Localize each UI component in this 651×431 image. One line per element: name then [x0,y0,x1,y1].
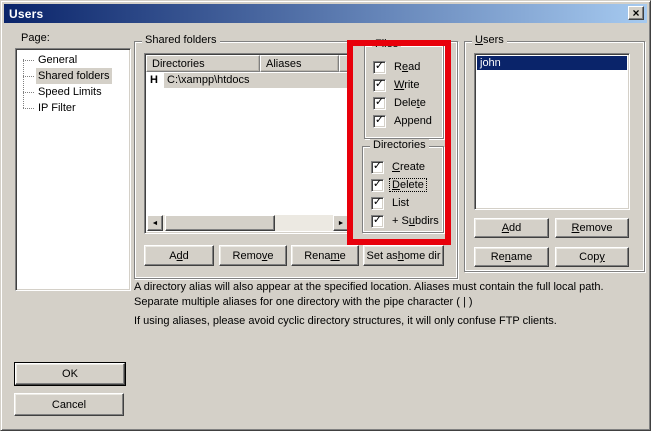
set-home-dir-button[interactable]: Set as home dir [363,245,444,266]
checkbox-delete-file[interactable]: ✓ Delete [373,96,428,110]
checkbox-label[interactable]: Delete [390,179,426,191]
cancel-button[interactable]: Cancel [14,393,124,416]
checkbox-label[interactable]: Delete [392,97,428,109]
close-button[interactable]: × [628,6,644,20]
page-label: Page: [21,31,50,46]
sidebar-item-speed-limits[interactable]: Speed Limits [16,84,130,100]
checkbox-checked-icon[interactable]: ✓ [371,179,384,192]
checkbox-checked-icon[interactable]: ✓ [373,79,386,92]
scrollbar-thumb[interactable] [165,215,275,231]
sidebar-item-label: Shared folders [36,68,112,84]
checkbox-checked-icon[interactable]: ✓ [371,197,384,210]
checkbox-checked-icon[interactable]: ✓ [371,215,384,228]
column-header-directories[interactable]: Directories [146,55,260,72]
users-dialog: Users × Page: General Shared folders Spe… [0,0,651,431]
directory-path: C:\xampp\htdocs [164,73,349,88]
home-dir-marker: H [150,73,158,88]
user-list-item[interactable]: john [477,56,627,70]
sidebar-item-label: IP Filter [36,100,78,116]
checkbox-label[interactable]: Read [392,61,422,73]
sidebar-item-general[interactable]: General [16,52,130,68]
checkbox-label[interactable]: Write [392,79,421,91]
tree-branch-icon [23,60,34,61]
shared-folders-group-label: Shared folders [142,34,220,47]
checkbox-create[interactable]: ✓ Create [371,160,427,174]
sidebar-item-shared-folders[interactable]: Shared folders [16,68,130,84]
checkbox-append[interactable]: ✓ Append [373,114,434,128]
user-remove-button[interactable]: Remove [555,218,629,238]
checkbox-checked-icon[interactable]: ✓ [373,115,386,128]
sidebar-item-ip-filter[interactable]: IP Filter [16,100,130,116]
users-listbox[interactable]: john [474,53,630,210]
sidebar-item-label: Speed Limits [36,84,104,100]
checkbox-label[interactable]: Create [390,161,427,173]
checkbox-subdirs[interactable]: ✓ + Subdirs [371,214,441,228]
tree-branch-icon [23,108,34,109]
users-group-label: Users [472,34,507,47]
folder-remove-button[interactable]: Remove [219,245,287,266]
directory-row[interactable]: H C:\xampp\htdocs [147,73,349,88]
user-add-button[interactable]: Add [474,218,549,238]
checkbox-write[interactable]: ✓ Write [373,78,421,92]
close-icon: × [632,8,639,18]
ok-button[interactable]: OK [15,363,125,385]
checkbox-delete-dir[interactable]: ✓ Delete [371,178,426,192]
checkbox-label[interactable]: List [390,197,411,209]
column-header-filler [339,55,350,72]
checkbox-label[interactable]: + Subdirs [390,215,441,227]
folder-add-button[interactable]: Add [144,245,214,266]
ok-button-frame: OK [14,362,126,386]
column-header-aliases[interactable]: Aliases [260,55,339,72]
title-bar[interactable]: Users × [4,4,647,23]
checkbox-checked-icon[interactable]: ✓ [373,61,386,74]
tree-branch-icon [23,76,34,77]
files-group-label: Files [372,38,401,51]
folder-rename-button[interactable]: Rename [291,245,359,266]
checkbox-list[interactable]: ✓ List [371,196,411,210]
user-copy-button[interactable]: Copy [555,247,629,267]
checkbox-label[interactable]: Append [392,115,434,127]
checkbox-checked-icon[interactable]: ✓ [373,97,386,110]
page-tree[interactable]: General Shared folders Speed Limits IP F… [15,48,131,291]
directories-permissions-group: Directories ✓ Create ✓ Delete ✓ List ✓ +… [362,146,444,233]
checkbox-read[interactable]: ✓ Read [373,60,422,74]
horizontal-scrollbar[interactable]: ◄ ► [147,215,349,231]
checkbox-checked-icon[interactable]: ✓ [371,161,384,174]
scroll-right-button[interactable]: ► [333,215,349,231]
arrow-right-icon: ► [338,220,345,227]
cyclic-note-text: If using aliases, please avoid cyclic di… [134,314,642,329]
window-title: Users [4,7,43,21]
files-permissions-group: Files ✓ Read ✓ Write ✓ Delete ✓ Append [364,45,444,139]
tree-branch-icon [23,92,34,93]
alias-note-text: A directory alias will also appear at th… [134,280,642,310]
directories-group-label: Directories [370,139,429,152]
scroll-left-button[interactable]: ◄ [147,215,163,231]
directories-listview[interactable]: Directories Aliases H C:\xampp\htdocs ◄ … [144,53,352,234]
listview-header: Directories Aliases [146,55,350,72]
sidebar-item-label: General [36,52,79,68]
arrow-left-icon: ◄ [152,220,159,227]
user-rename-button[interactable]: Rename [474,247,549,267]
